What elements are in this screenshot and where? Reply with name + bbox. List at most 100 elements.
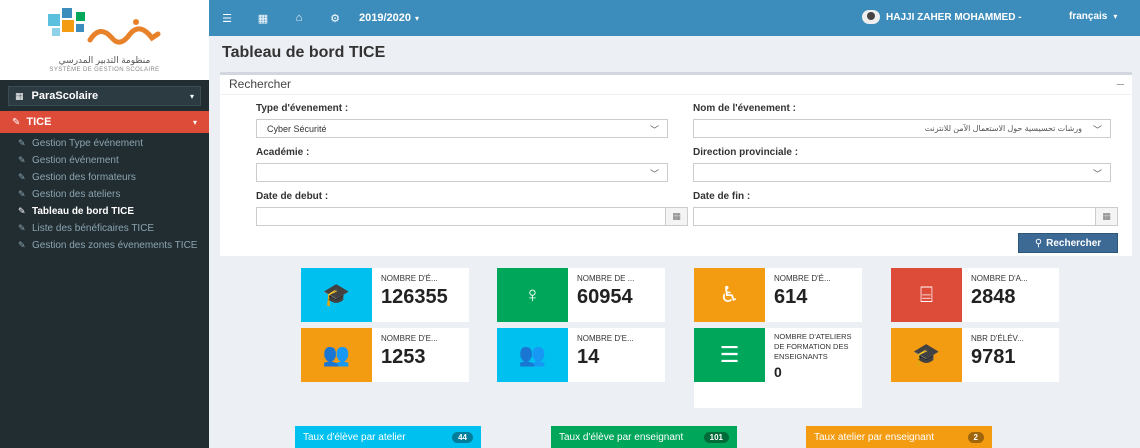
stat-number: 1253 — [381, 346, 426, 368]
edit-icon: ✎ — [18, 206, 26, 216]
users-icon: 👥 — [497, 328, 568, 382]
stat-label: NBR D'ÉLÉV... — [971, 334, 1024, 343]
stat-number: 9781 — [971, 346, 1016, 368]
rate-label: Taux d'élève par atelier — [303, 431, 406, 443]
edit-icon: ✎ — [18, 223, 26, 233]
school-year-dropdown[interactable]: 2019/2020 ▾ — [359, 12, 419, 24]
date-fin-input[interactable]: ▦ — [693, 207, 1118, 226]
massar-logo-icon — [48, 8, 161, 45]
stat-content: NBR D'ÉLÉV... 9781 — [962, 328, 1024, 382]
type-evenement-label: Type d'évenement : — [256, 103, 349, 114]
grid-icon[interactable]: ▦ — [245, 12, 281, 25]
sidebar-item-liste-beneficaires[interactable]: ✎ Liste des bénéficaires TICE — [0, 218, 209, 235]
nom-evenement-select[interactable]: ورشات تحسيسية حول الاستعمال الآمن للانتر… — [693, 119, 1111, 138]
edit-icon: ✎ — [18, 172, 26, 182]
caret-down-icon: ▾ — [189, 91, 194, 101]
stat-number: 126355 — [381, 286, 448, 308]
sidebar-item-gestion-zones[interactable]: ✎ Gestion des zones évenements TICE — [0, 235, 209, 252]
menu-parascolaire-label: ParaScolaire — [31, 90, 99, 102]
search-box-title: Rechercher — [229, 77, 292, 91]
stat-number: 2848 — [971, 286, 1016, 308]
academie-select[interactable]: ﹀ — [256, 163, 668, 182]
tice-submenu: ✎ Gestion Type événement ✎ Gestion événeme… — [0, 133, 209, 252]
page-title: Tableau de bord TICE — [222, 44, 386, 61]
stat-label: NOMBRE D'E... — [381, 334, 438, 343]
topbar: ☰ ▦ ⌂ ⚙ 2019/2020 ▾ HAJJI ZAHER MOHAMMED … — [209, 0, 1140, 36]
menu-parascolaire[interactable]: ▦ ParaScolaire ▾ — [8, 86, 201, 106]
server-icon: ☰ — [694, 328, 765, 382]
home-icon[interactable]: ⌂ — [281, 12, 317, 24]
stat-content: NOMBRE D'É... 614 — [765, 268, 831, 322]
easel-icon: ⌸ — [891, 268, 962, 322]
sidebar-item-label: Gestion Type événement — [32, 138, 143, 149]
stat-label: NOMBRE D'ATELIERS DE FORMATION DES ENSEI… — [774, 332, 852, 361]
nom-evenement-value: ورشات تحسيسية حول الاستعمال الآمن للانتر… — [924, 124, 1082, 133]
female-icon: ♀ — [497, 268, 568, 322]
search-box-header: Rechercher – — [220, 75, 1132, 95]
stat-box-ateliers-formation: ☰ NOMBRE D'ATELIERS DE FORMATION DES ENS… — [694, 328, 862, 408]
side-menu: ▦ ParaScolaire ▾ ✎ TICE ▾ ✎ Gestion Type … — [0, 86, 209, 252]
sidebar: منظومة التدبير المدرسي SYSTÈME DE GESTIO… — [0, 0, 209, 448]
sidebar-item-label: Gestion des formateurs — [32, 172, 136, 183]
sidebar-item-gestion-type-evenement[interactable]: ✎ Gestion Type événement — [0, 133, 209, 150]
rate-eleve-par-atelier: Taux d'élève par atelier 44 — [295, 426, 481, 448]
calendar-icon[interactable]: ▦ — [665, 208, 687, 225]
logo-arabic-subtitle: منظومة التدبير المدرسي — [58, 55, 151, 65]
rate-eleve-par-enseignant: Taux d'élève par enseignant 101 — [551, 426, 737, 448]
edit-icon: ✎ — [18, 138, 26, 148]
search-box: Rechercher – Type d'évenement : Cyber Sé… — [220, 72, 1132, 256]
graduation-cap-icon: 🎓 — [301, 268, 372, 322]
edit-icon: ✎ — [18, 155, 26, 165]
stat-box-ateliers: ⌸ NOMBRE D'A... 2848 — [891, 268, 1059, 322]
stat-box-filles: ♀ NOMBRE DE ... 60954 — [497, 268, 665, 322]
type-evenement-value: Cyber Sécurité — [267, 123, 327, 134]
calendar-icon[interactable]: ▦ — [1095, 208, 1117, 225]
collapse-icon[interactable]: – — [1117, 76, 1124, 91]
stat-label: NOMBRE D'E... — [577, 334, 634, 343]
language-label: français — [1069, 11, 1108, 22]
stat-number: 0 — [774, 364, 782, 380]
rate-badge: 101 — [703, 431, 729, 443]
graduation-cap-icon: 🎓 — [891, 328, 962, 382]
sidebar-item-label: Gestion événement — [32, 155, 119, 166]
school-year-label: 2019/2020 — [359, 12, 411, 24]
chevron-down-icon: ﹀ — [1092, 125, 1102, 135]
sidebar-item-tableau-de-bord[interactable]: ✎ Tableau de bord TICE — [0, 201, 209, 218]
sidebar-item-gestion-evenement[interactable]: ✎ Gestion événement — [0, 150, 209, 167]
stat-content: NOMBRE D'E... 14 — [568, 328, 634, 382]
sidebar-item-gestion-ateliers[interactable]: ✎ Gestion des ateliers — [0, 184, 209, 201]
stat-number: 614 — [774, 286, 808, 308]
grid-icon: ▦ — [15, 90, 24, 101]
stat-label: NOMBRE D'A... — [971, 274, 1028, 283]
stat-content: NOMBRE D'ATELIERS DE FORMATION DES ENSEI… — [765, 328, 856, 408]
language-dropdown[interactable]: français ▾ — [1069, 11, 1117, 22]
stat-number: 14 — [577, 346, 600, 368]
date-debut-input[interactable]: ▦ — [256, 207, 688, 226]
stat-box-eleves: 🎓 NOMBRE D'É... 126355 — [301, 268, 469, 322]
direction-provinciale-label: Direction provinciale : — [693, 147, 799, 158]
logo[interactable]: منظومة التدبير المدرسي SYSTÈME DE GESTIO… — [0, 0, 209, 80]
academie-label: Académie : — [256, 147, 310, 158]
menu-tice[interactable]: ✎ TICE ▾ — [0, 111, 209, 133]
logo-french-subtitle: SYSTÈME DE GESTION SCOLAIRE — [49, 67, 160, 73]
wheelchair-icon: ♿ — [694, 268, 765, 322]
rate-badge: 2 — [967, 431, 984, 443]
chevron-down-icon: ﹀ — [1092, 169, 1102, 179]
sidebar-item-label: Gestion des ateliers — [32, 189, 121, 200]
edit-icon: ✎ — [12, 116, 21, 128]
user-menu[interactable]: HAJJI ZAHER MOHAMMED - — [862, 10, 1022, 24]
direction-provinciale-select[interactable]: ﹀ — [693, 163, 1111, 182]
rate-label: Taux atelier par enseignant — [814, 431, 935, 443]
avatar — [862, 10, 880, 24]
date-debut-label: Date de debut : — [256, 191, 329, 202]
hamburger-menu-icon[interactable]: ☰ — [209, 12, 245, 25]
caret-down-icon: ▾ — [192, 117, 197, 127]
rechercher-button[interactable]: ⚲ Rechercher — [1018, 233, 1118, 253]
sidebar-item-gestion-formateurs[interactable]: ✎ Gestion des formateurs — [0, 167, 209, 184]
type-evenement-select[interactable]: Cyber Sécurité ﹀ — [256, 119, 668, 138]
rate-badge: 44 — [452, 431, 473, 443]
cogs-icon[interactable]: ⚙ — [317, 12, 353, 25]
user-name: HAJJI ZAHER MOHAMMED - — [886, 11, 1022, 23]
stat-label: NOMBRE D'É... — [774, 274, 831, 283]
stat-content: NOMBRE D'É... 126355 — [372, 268, 448, 322]
